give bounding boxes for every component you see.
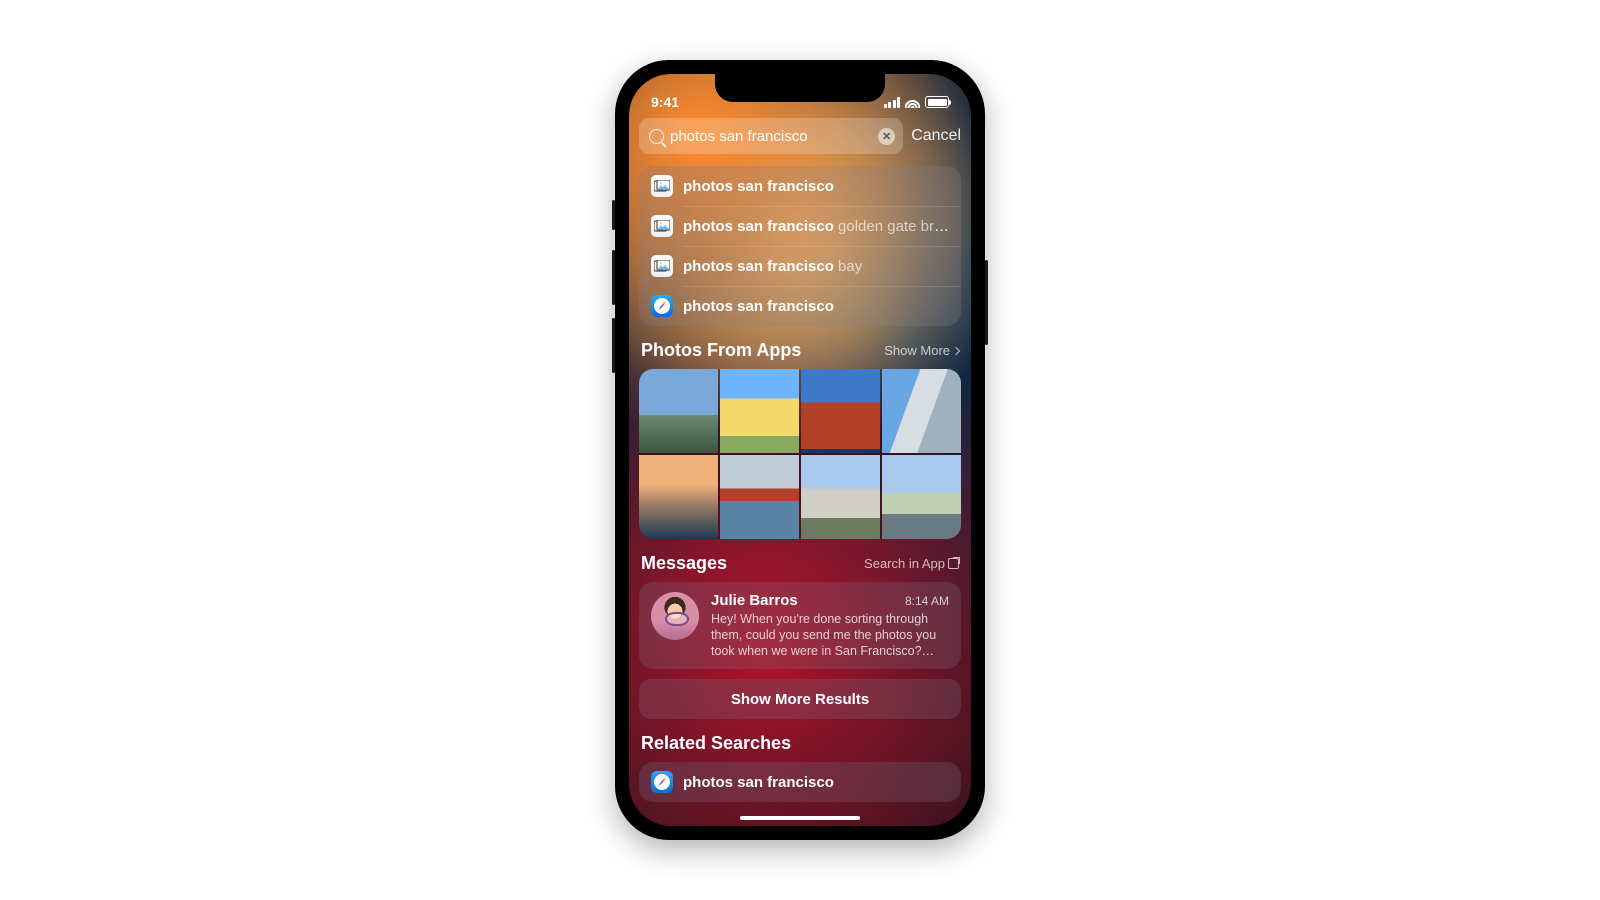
suggestion-row[interactable]: photos san francisco bay (639, 246, 961, 286)
photos-section-title: Photos From Apps (641, 340, 801, 361)
message-sender: Julie Barros (711, 592, 798, 609)
safari-icon (651, 771, 673, 793)
photo-thumbnail[interactable] (720, 455, 799, 539)
message-result[interactable]: Julie Barros 8:14 AM Hey! When you're do… (639, 582, 961, 669)
volume-up-button[interactable] (612, 250, 615, 305)
external-link-icon (948, 558, 959, 569)
cellular-icon (884, 97, 901, 108)
photo-thumbnail[interactable] (720, 369, 799, 453)
show-more-results-button[interactable]: Show More Results (639, 679, 961, 719)
photo-thumbnail[interactable] (639, 455, 718, 539)
related-search-row[interactable]: photos san francisco (639, 762, 961, 802)
photo-thumbnail[interactable] (882, 455, 961, 539)
message-preview: Hey! When you're done sorting through th… (711, 611, 949, 659)
chevron-right-icon (952, 346, 960, 354)
phone-frame: 9:41 ✕ Cancel (615, 60, 985, 840)
photo-thumbnail[interactable] (801, 455, 880, 539)
messages-section-title: Messages (641, 553, 727, 574)
show-more-link[interactable]: Show More (884, 343, 959, 358)
screen: 9:41 ✕ Cancel (629, 74, 971, 826)
search-in-app-link[interactable]: Search in App (864, 556, 959, 571)
search-field[interactable]: ✕ (639, 118, 903, 154)
clear-icon[interactable]: ✕ (878, 128, 895, 145)
photo-thumbnail[interactable] (882, 369, 961, 453)
message-time: 8:14 AM (905, 594, 949, 608)
spotlight-content: ✕ Cancel photos san francisco photos san… (639, 118, 961, 826)
suggestion-row[interactable]: photos san francisco (639, 166, 961, 206)
wifi-icon (905, 97, 920, 108)
photos-grid (639, 369, 961, 539)
suggestion-row[interactable]: photos san francisco (639, 286, 961, 326)
battery-icon (925, 96, 949, 108)
suggestions-card: photos san francisco photos san francisc… (639, 166, 961, 326)
photo-thumbnail[interactable] (639, 369, 718, 453)
home-indicator[interactable] (740, 816, 860, 821)
side-button[interactable] (985, 260, 988, 345)
related-searches-card: photos san francisco (639, 762, 961, 802)
cancel-button[interactable]: Cancel (911, 127, 961, 145)
notch (715, 74, 885, 102)
safari-icon (651, 295, 673, 317)
suggestion-row[interactable]: photos san francisco golden gate bridge (639, 206, 961, 246)
photos-icon (651, 255, 673, 277)
photos-icon (651, 215, 673, 237)
avatar (651, 592, 699, 640)
mute-switch[interactable] (612, 200, 615, 230)
volume-down-button[interactable] (612, 318, 615, 373)
status-time: 9:41 (651, 94, 679, 110)
related-section-title: Related Searches (641, 733, 791, 754)
photo-thumbnail[interactable] (801, 369, 880, 453)
search-input[interactable] (670, 128, 872, 145)
photos-icon (651, 175, 673, 197)
search-icon (649, 129, 664, 144)
